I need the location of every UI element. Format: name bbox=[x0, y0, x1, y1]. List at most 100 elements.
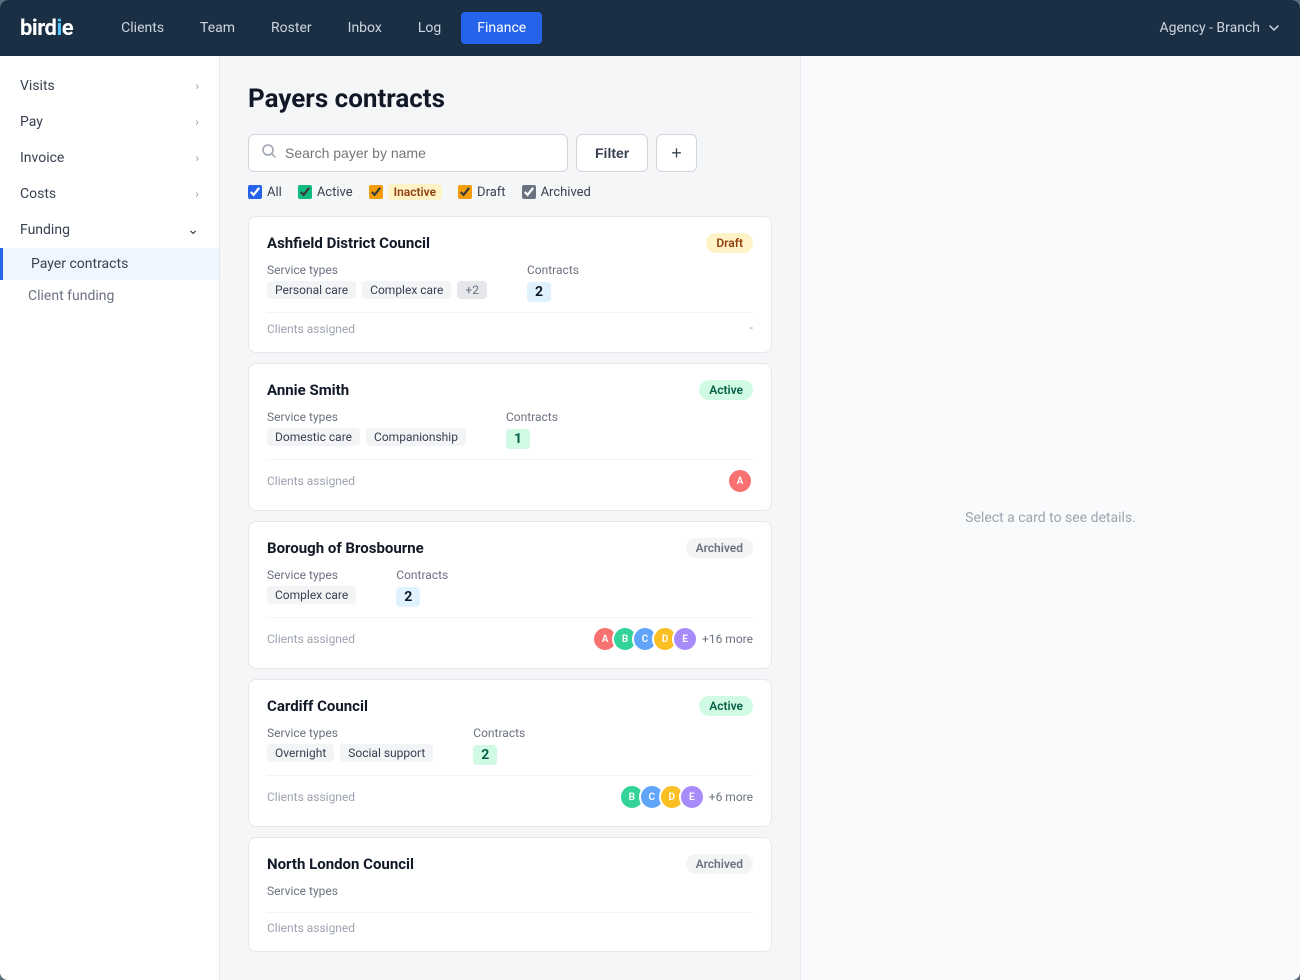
contracts-label: Contracts bbox=[527, 263, 579, 277]
avatars-more-label: +6 more bbox=[709, 790, 753, 804]
payer-card-ashfield[interactable]: Ashfield District Council Draft Service … bbox=[248, 216, 772, 353]
sidebar-item-payer-contracts[interactable]: Payer contracts bbox=[0, 248, 219, 280]
agency-branch-selector[interactable]: Agency - Branch bbox=[1160, 20, 1281, 36]
clients-assigned-label: Clients assigned bbox=[267, 790, 355, 804]
sidebar-item-invoice[interactable]: Invoice › bbox=[0, 140, 219, 176]
card-footer: Clients assigned - bbox=[267, 312, 753, 336]
card-body: Service types Personal care Complex care… bbox=[267, 263, 753, 302]
tag-complex-care: Complex care bbox=[267, 586, 356, 604]
avatar: A bbox=[727, 468, 753, 494]
sidebar-item-funding[interactable]: Funding ⌄ bbox=[0, 212, 219, 248]
payer-card-cardiff[interactable]: Cardiff Council Active Service types Ove… bbox=[248, 679, 772, 827]
search-input[interactable] bbox=[285, 135, 555, 171]
add-button[interactable]: + bbox=[656, 134, 697, 172]
card-footer: Clients assigned A bbox=[267, 459, 753, 494]
top-nav: birdie Clients Team Roster Inbox Log Fin… bbox=[0, 0, 1300, 56]
search-icon bbox=[261, 143, 277, 163]
card-header: North London Council Archived bbox=[267, 854, 753, 874]
contracts-count: 1 bbox=[506, 429, 530, 449]
contracts-field: Contracts 1 bbox=[506, 410, 558, 449]
nav-team[interactable]: Team bbox=[184, 12, 251, 44]
service-types-label: Service types bbox=[267, 410, 466, 424]
tag-complex-care: Complex care bbox=[362, 281, 451, 299]
tag-more: +2 bbox=[457, 281, 487, 299]
search-filter-bar: Filter + bbox=[248, 134, 772, 172]
contracts-field: Contracts 2 bbox=[527, 263, 579, 302]
clients-assigned-label: Clients assigned bbox=[267, 322, 355, 336]
card-footer: Clients assigned bbox=[267, 912, 753, 935]
card-header: Cardiff Council Active bbox=[267, 696, 753, 716]
avatar: E bbox=[679, 784, 705, 810]
chevron-down-icon bbox=[1268, 22, 1280, 34]
contracts-count: 2 bbox=[396, 587, 420, 607]
payer-card-brosbourne[interactable]: Borough of Brosbourne Archived Service t… bbox=[248, 521, 772, 669]
service-types-field: Service types bbox=[267, 884, 338, 902]
filter-active[interactable]: Active bbox=[298, 185, 353, 200]
sidebar-item-pay[interactable]: Pay › bbox=[0, 104, 219, 140]
service-types-label: Service types bbox=[267, 884, 338, 898]
sidebar: Visits › Pay › Invoice › Costs › Funding… bbox=[0, 56, 220, 980]
main-content: Payers contracts Filter + All Acti bbox=[220, 56, 800, 980]
status-badge: Active bbox=[699, 380, 753, 400]
clients-assigned-label: Clients assigned bbox=[267, 474, 355, 488]
filters-row: All Active Inactive Draft Archived bbox=[248, 184, 772, 200]
search-input-wrap[interactable] bbox=[248, 134, 568, 172]
nav-roster[interactable]: Roster bbox=[255, 12, 328, 44]
sidebar-item-costs[interactable]: Costs › bbox=[0, 176, 219, 212]
clients-avatars: A B C D E +16 more bbox=[592, 626, 753, 652]
filter-inactive[interactable]: Inactive bbox=[369, 184, 442, 200]
clients-assigned-label: Clients assigned bbox=[267, 632, 355, 646]
contracts-label: Contracts bbox=[506, 410, 558, 424]
nav-inbox[interactable]: Inbox bbox=[332, 12, 398, 44]
logo[interactable]: birdie bbox=[20, 16, 73, 41]
service-types-field: Service types Complex care bbox=[267, 568, 356, 607]
avatar-stack: A bbox=[727, 468, 753, 494]
card-body: Service types Overnight Social support C… bbox=[267, 726, 753, 765]
service-types-field: Service types Domestic care Companionshi… bbox=[267, 410, 466, 449]
filter-archived[interactable]: Archived bbox=[522, 185, 591, 200]
status-badge: Archived bbox=[686, 854, 753, 874]
status-badge: Archived bbox=[686, 538, 753, 558]
tag-overnight: Overnight bbox=[267, 744, 334, 762]
clients-assigned-label: Clients assigned bbox=[267, 921, 355, 935]
filter-all[interactable]: All bbox=[248, 185, 282, 200]
nav-log[interactable]: Log bbox=[402, 12, 457, 44]
status-badge: Draft bbox=[706, 233, 753, 253]
payer-cards-list: Ashfield District Council Draft Service … bbox=[248, 216, 772, 952]
chevron-right-icon: › bbox=[195, 79, 199, 93]
card-header: Borough of Brosbourne Archived bbox=[267, 538, 753, 558]
sidebar-item-visits[interactable]: Visits › bbox=[0, 68, 219, 104]
right-panel-empty-text: Select a card to see details. bbox=[965, 510, 1136, 526]
card-body: Service types Domestic care Companionshi… bbox=[267, 410, 753, 449]
card-name: Annie Smith bbox=[267, 381, 349, 399]
tag-companionship: Companionship bbox=[366, 428, 466, 446]
service-types-field: Service types Personal care Complex care… bbox=[267, 263, 487, 302]
filter-button[interactable]: Filter bbox=[576, 134, 648, 172]
avatar: E bbox=[672, 626, 698, 652]
nav-clients[interactable]: Clients bbox=[105, 12, 180, 44]
payer-card-annie[interactable]: Annie Smith Active Service types Domesti… bbox=[248, 363, 772, 511]
card-footer: Clients assigned B C D E +6 more bbox=[267, 775, 753, 810]
service-types-tags: Personal care Complex care +2 bbox=[267, 281, 487, 299]
nav-items: Clients Team Roster Inbox Log Finance bbox=[105, 12, 1159, 44]
nav-finance[interactable]: Finance bbox=[461, 12, 542, 44]
contracts-field: Contracts 2 bbox=[396, 568, 448, 607]
contracts-label: Contracts bbox=[396, 568, 448, 582]
card-body: Service types bbox=[267, 884, 753, 902]
payer-card-north-london[interactable]: North London Council Archived Service ty… bbox=[248, 837, 772, 952]
chevron-down-icon: ⌄ bbox=[187, 222, 199, 238]
contracts-label: Contracts bbox=[473, 726, 525, 740]
clients-avatars: B C D E +6 more bbox=[619, 784, 753, 810]
sidebar-item-client-funding[interactable]: Client funding bbox=[0, 280, 219, 312]
right-panel: Select a card to see details. bbox=[800, 56, 1300, 980]
page-title: Payers contracts bbox=[248, 84, 772, 114]
service-types-label: Service types bbox=[267, 568, 356, 582]
card-header: Ashfield District Council Draft bbox=[267, 233, 753, 253]
avatars-more-label: +16 more bbox=[702, 632, 753, 646]
service-types-tags: Domestic care Companionship bbox=[267, 428, 466, 446]
service-types-field: Service types Overnight Social support bbox=[267, 726, 433, 765]
filter-draft[interactable]: Draft bbox=[458, 185, 506, 200]
card-name: Borough of Brosbourne bbox=[267, 539, 424, 557]
card-name: Ashfield District Council bbox=[267, 234, 430, 252]
card-name: North London Council bbox=[267, 855, 414, 873]
